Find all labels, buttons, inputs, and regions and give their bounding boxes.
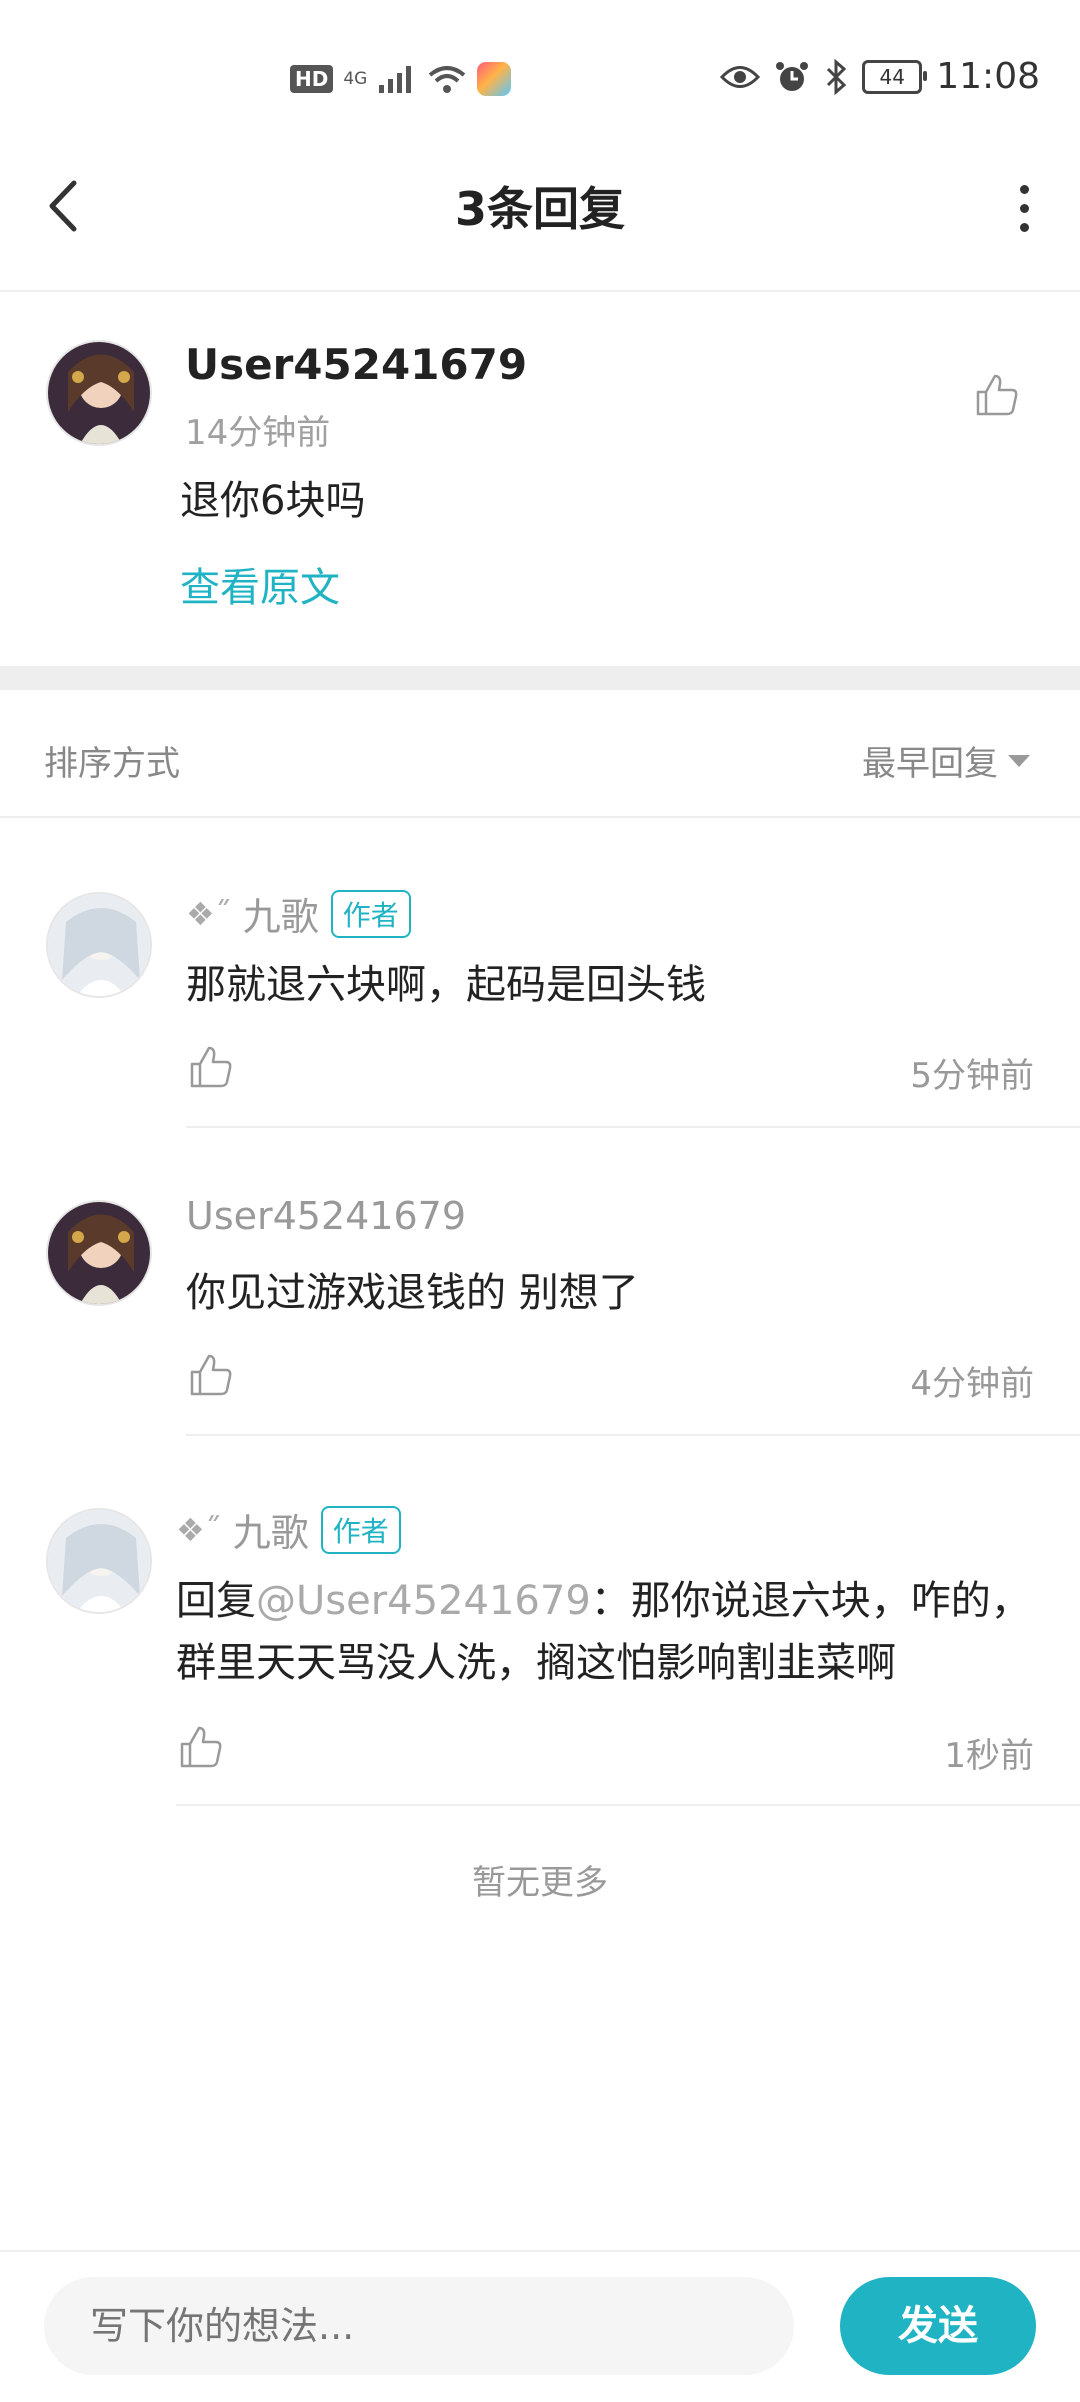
reply-divider	[176, 1804, 1080, 1806]
reply-author[interactable]: ❖˝ 九歌 作者	[186, 886, 411, 941]
author-badge: 作者	[320, 1505, 401, 1554]
wifi-icon	[429, 66, 466, 93]
reply-author[interactable]: User45241679	[186, 1194, 466, 1238]
thumbs-up-icon[interactable]	[974, 372, 1020, 418]
network-type: 4G	[343, 69, 368, 89]
reply-divider	[186, 1434, 1080, 1436]
thumbs-up-icon[interactable]	[178, 1724, 224, 1770]
chevron-down-icon	[1008, 754, 1030, 767]
send-button[interactable]: 发送	[840, 2277, 1036, 2375]
reply-author[interactable]: ❖˝ 九歌 作者	[176, 1502, 401, 1557]
comment-input[interactable]	[44, 2277, 794, 2375]
sort-value: 最早回复	[862, 744, 998, 784]
battery-icon: 44	[862, 59, 928, 94]
reply-author-name: User45241679	[186, 1194, 467, 1238]
thumbs-up-icon[interactable]	[188, 1044, 234, 1090]
main-comment-time: 14分钟前	[185, 413, 331, 453]
reply-avatar[interactable]	[46, 1508, 152, 1614]
reply-prefix: 回复	[176, 1578, 256, 1624]
name-prefix: ❖˝	[176, 1510, 221, 1549]
status-bar: HD 4G 44 11:08	[0, 0, 1080, 120]
status-time: 11:08	[936, 56, 1040, 97]
no-more-text: 暂无更多	[472, 1863, 608, 1903]
status-left-icons: HD 4G	[290, 62, 512, 96]
name-prefix: ❖˝	[186, 894, 231, 933]
reply-time: 1秒前	[944, 1736, 1034, 1776]
thumbs-up-icon[interactable]	[188, 1352, 234, 1398]
main-comment-avatar[interactable]	[46, 340, 152, 446]
mention-link[interactable]: @User45241679	[256, 1578, 591, 1624]
alarm-icon	[776, 61, 809, 91]
reply-text: 回复@User45241679：那你说退六块，咋的，群里天天骂没人洗，搁这怕影响…	[176, 1570, 1036, 1694]
more-options-icon[interactable]	[1020, 185, 1036, 242]
sort-divider	[0, 816, 1080, 818]
view-original-link[interactable]: 查看原文	[180, 555, 340, 613]
bluetooth-icon	[827, 58, 847, 95]
app-notification-icon	[477, 62, 512, 96]
reply-author-name: 九歌	[242, 895, 319, 939]
reply-time: 4分钟前	[910, 1364, 1034, 1404]
hd-icon: HD	[290, 65, 334, 93]
section-separator	[0, 666, 1080, 690]
reply-text: 你见过游戏退钱的 别想了	[186, 1270, 639, 1316]
reply-divider	[186, 1126, 1080, 1128]
sort-label: 排序方式	[44, 744, 180, 784]
reply-text: 那就退六块啊，起码是回头钱	[186, 962, 706, 1008]
eye-icon	[720, 65, 761, 88]
reply-time: 5分钟前	[910, 1056, 1034, 1096]
main-comment-text: 退你6块吗	[180, 478, 366, 524]
header-divider	[0, 290, 1080, 292]
page-title: 3条回复	[454, 182, 625, 236]
sort-dropdown[interactable]: 最早回复	[862, 736, 1030, 785]
signal-icon	[379, 66, 412, 93]
reply-avatar[interactable]	[46, 892, 152, 998]
top-bar: 3条回复	[0, 145, 1080, 270]
comment-composer: 发送	[0, 2250, 1080, 2402]
main-comment-username[interactable]: User45241679	[185, 340, 527, 389]
reply-avatar[interactable]	[46, 1200, 152, 1306]
author-badge: 作者	[330, 889, 411, 938]
reply-author-name: 九歌	[232, 1511, 309, 1555]
status-right-icons: 44 11:08	[720, 56, 1040, 97]
